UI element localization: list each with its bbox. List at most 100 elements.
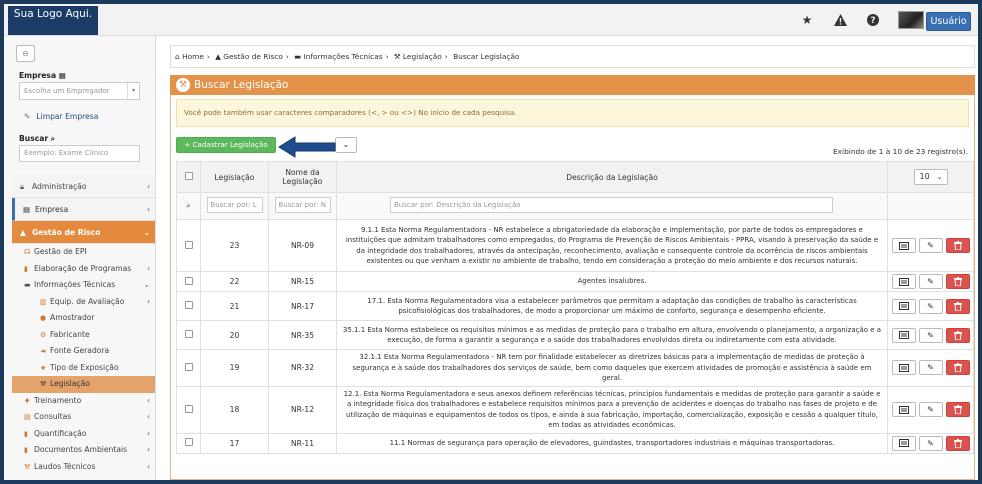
table-body: 23 NR-09 9.1.1 Esta Norma Regulamentadora … <box>176 219 974 454</box>
col-nome[interactable]: Nome da Legislação <box>268 161 337 193</box>
edit-button[interactable]: ✎ <box>918 238 943 253</box>
breadcrumb-home[interactable]: Home <box>182 52 204 61</box>
delete-button[interactable] <box>945 298 970 314</box>
page-size-select[interactable]: 10 ⌄ <box>913 169 948 185</box>
edit-button[interactable]: ✎ <box>918 274 943 289</box>
view-button[interactable] <box>891 402 916 417</box>
row-checkbox[interactable] <box>184 330 193 338</box>
list-icon <box>898 241 909 250</box>
row-checkbox[interactable] <box>184 438 193 446</box>
view-button[interactable] <box>891 360 916 376</box>
edit-button[interactable]: ✎ <box>918 298 943 314</box>
cell-nome: NR-15 <box>268 271 337 292</box>
sidebar-item-label: Fabricante <box>50 329 90 339</box>
app-window: Sua Logo Aqui. ★ ? Usuário ⊖ Empresa ▦ E… <box>4 4 978 480</box>
select-all-checkbox[interactable] <box>184 172 193 180</box>
view-button[interactable] <box>891 298 916 314</box>
breadcrumb-legislacao[interactable]: Legislação <box>403 52 442 61</box>
cell-descricao: 17.1. Esta Norma Regulamentadora visa a … <box>336 291 888 321</box>
options-dropdown-button[interactable]: ⌄ <box>335 137 357 153</box>
menu-administracao[interactable]: 🔒︎ Administração ‹ <box>12 175 155 198</box>
sidebar-item-label: Elaboração de Programas <box>34 263 132 273</box>
row-checkbox[interactable] <box>184 301 193 309</box>
menu-gestao-de-risco[interactable]: ▲ Gestão de Risco ⌄ <box>12 221 155 244</box>
chevron-left-icon: ‹ <box>146 428 150 438</box>
sidebar-item-fonte-geradora[interactable]: ◄ Fonte Geradora <box>12 343 155 360</box>
row-checkbox[interactable] <box>184 362 193 371</box>
sidebar-item-quantificacao[interactable]: ▮ Quantificação ‹ <box>12 426 155 443</box>
sidebar-item-informacoes-tecnicas[interactable]: ▬ Informações Técnicas ⌄ <box>12 277 155 294</box>
row-checkbox[interactable] <box>184 276 193 285</box>
filter-descricao-cell: Buscar por: Descrição da Legislação <box>336 192 888 220</box>
delete-button[interactable] <box>945 402 970 417</box>
trash-icon <box>953 301 962 311</box>
row-actions: ✎ <box>888 238 973 253</box>
view-button[interactable] <box>891 435 916 451</box>
empresa-select-value: Escolha um Empregador <box>24 87 110 95</box>
delete-button[interactable] <box>945 327 970 343</box>
folder-icon: ▬ <box>24 281 31 289</box>
add-legislacao-button[interactable]: + Cadastrar Legislação <box>176 137 276 153</box>
edit-button[interactable]: ✎ <box>918 402 943 417</box>
warning-icon[interactable] <box>833 13 847 27</box>
breadcrumb-informacoes-tecnicas[interactable]: Informações Técnicas <box>304 52 383 61</box>
limpar-empresa-label: Limpar Empresa <box>36 112 99 121</box>
cell-legislacao: 23 <box>200 219 269 272</box>
row-checkbox[interactable] <box>184 240 193 249</box>
logo[interactable]: Sua Logo Aqui. <box>8 6 98 35</box>
collapse-sidebar-icon[interactable]: ⊖ <box>16 45 35 62</box>
sidebar-item-gestao-epi[interactable]: ☊ Gestão de EPI <box>12 244 155 261</box>
edit-button[interactable]: ✎ <box>918 360 943 376</box>
sidebar-item-tipo-exposicao[interactable]: ★ Tipo de Exposição <box>12 360 155 377</box>
filter-descricao-input[interactable]: Buscar por: Descrição da Legislação <box>390 197 833 213</box>
sidebar-item-amostrador[interactable]: ● Amostrador <box>12 310 155 327</box>
breadcrumb-gestao-de-risco[interactable]: Gestão de Risco <box>223 52 283 61</box>
sidebar-item-documentos-ambientais[interactable]: ▮ Documentos Ambientais ‹ <box>12 442 155 459</box>
delete-button[interactable] <box>945 238 970 253</box>
sidebar-item-equip-avaliacao[interactable]: ▥ Equip. de Avaliação ‹ <box>12 294 155 311</box>
view-button[interactable] <box>891 274 916 289</box>
help-icon[interactable]: ? <box>866 13 880 27</box>
col-descricao[interactable]: Descrição da Legislação <box>336 161 888 193</box>
buscar-input[interactable]: Exemplo: Exame Clínico <box>19 145 140 162</box>
menu-empresa[interactable]: ▦ Empresa ‹ <box>12 198 155 221</box>
view-button[interactable] <box>891 238 916 253</box>
empresa-select[interactable]: Escolha um Empregador ▾ <box>19 82 140 100</box>
cell-legislacao: 22 <box>200 271 269 292</box>
edit-button[interactable]: ✎ <box>918 435 943 451</box>
row-checkbox[interactable] <box>184 404 193 413</box>
sidebar-item-laudos-tecnicos[interactable]: ⚒ Laudos Técnicos ‹ <box>12 459 155 476</box>
view-button[interactable] <box>891 327 916 343</box>
delete-button[interactable] <box>945 274 970 289</box>
delete-button[interactable] <box>945 435 970 451</box>
list-icon <box>898 405 909 414</box>
edit-button[interactable]: ✎ <box>918 327 943 343</box>
avatar[interactable] <box>898 11 924 29</box>
sidebar-item-consultas[interactable]: ▤ Consultas ‹ <box>12 409 155 426</box>
col-legislacao[interactable]: Legislação <box>200 161 269 193</box>
row-select-cell <box>176 385 201 434</box>
sidebar-item-elaboracao-programas[interactable]: ▮ Elaboração de Programas ‹ <box>12 261 155 278</box>
filter-nome-input[interactable]: Buscar por: N <box>274 197 331 213</box>
warning-icon: ▲ <box>215 52 221 61</box>
edit-icon: ✎ <box>927 277 934 286</box>
cell-legislacao: 17 <box>200 432 269 454</box>
row-select-cell <box>176 271 201 292</box>
gavel-icon: ⚒ <box>24 462 31 471</box>
chevron-left-icon: ‹ <box>146 263 150 273</box>
limpar-empresa-link[interactable]: ✎ Limpar Empresa <box>24 112 98 121</box>
user-button[interactable]: Usuário <box>926 12 971 31</box>
filter-legislacao-input[interactable]: Buscar por: L <box>206 197 263 213</box>
sidebar-item-fabricante[interactable]: ⚙ Fabricante <box>12 327 155 344</box>
gavel-icon: ⚒ <box>40 380 47 388</box>
row-select-cell <box>176 349 201 387</box>
list-icon <box>898 331 909 339</box>
star-icon[interactable]: ★ <box>800 13 814 27</box>
gavel-icon: ⚒ <box>176 78 190 92</box>
page-size-cell: 10 ⌄ <box>887 161 974 193</box>
filter-legislacao-cell: Buscar por: L <box>200 192 269 220</box>
delete-button[interactable] <box>945 360 970 376</box>
sidebar-item-legislacao[interactable]: ⚒ Legislação <box>12 376 155 393</box>
sidebar-item-treinamento[interactable]: ♦ Treinamento ‹ <box>12 393 155 410</box>
trash-icon <box>953 405 962 414</box>
